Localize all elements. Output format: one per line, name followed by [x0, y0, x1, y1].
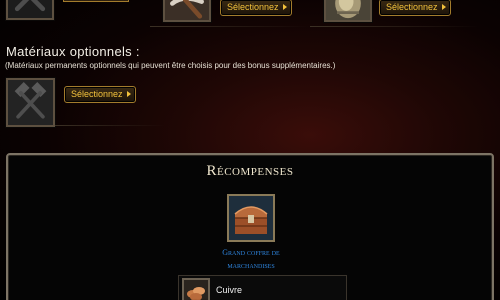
section-description: (Matériaux permanents optionnels qui peu… [5, 61, 336, 70]
gold-button-icon[interactable] [63, 0, 129, 2]
crossed-hammers-icon[interactable] [6, 78, 55, 127]
reward-name-line1: Grand coffre de [222, 248, 280, 257]
copper-coins-icon: 2000 [182, 278, 210, 300]
reward-name-line2: marchandises [227, 261, 275, 270]
treasure-chest-icon[interactable] [227, 194, 275, 242]
section-title: Matériaux optionnels : [6, 44, 140, 59]
armor-shoulder-icon[interactable] [324, 0, 372, 22]
reward-item-name[interactable]: Grand coffre de marchandises [201, 246, 301, 272]
divider [55, 125, 165, 126]
divider [150, 26, 310, 27]
crossed-hammers-icon[interactable] [6, 0, 54, 20]
select-button-3[interactable]: Sélectionnez [379, 0, 451, 16]
rewards-title: Récompenses [206, 163, 294, 179]
currency-name: Cuivre [216, 285, 243, 295]
divider [310, 26, 480, 27]
rewards-panel: Récompenses Grand coffre de marchandises… [6, 153, 494, 300]
pickaxe-icon[interactable] [163, 0, 211, 22]
select-optional-button[interactable]: Sélectionnez [64, 86, 136, 103]
select-button-2[interactable]: Sélectionnez [220, 0, 292, 16]
currency-reward[interactable]: 2000 Cuivre [178, 275, 347, 300]
